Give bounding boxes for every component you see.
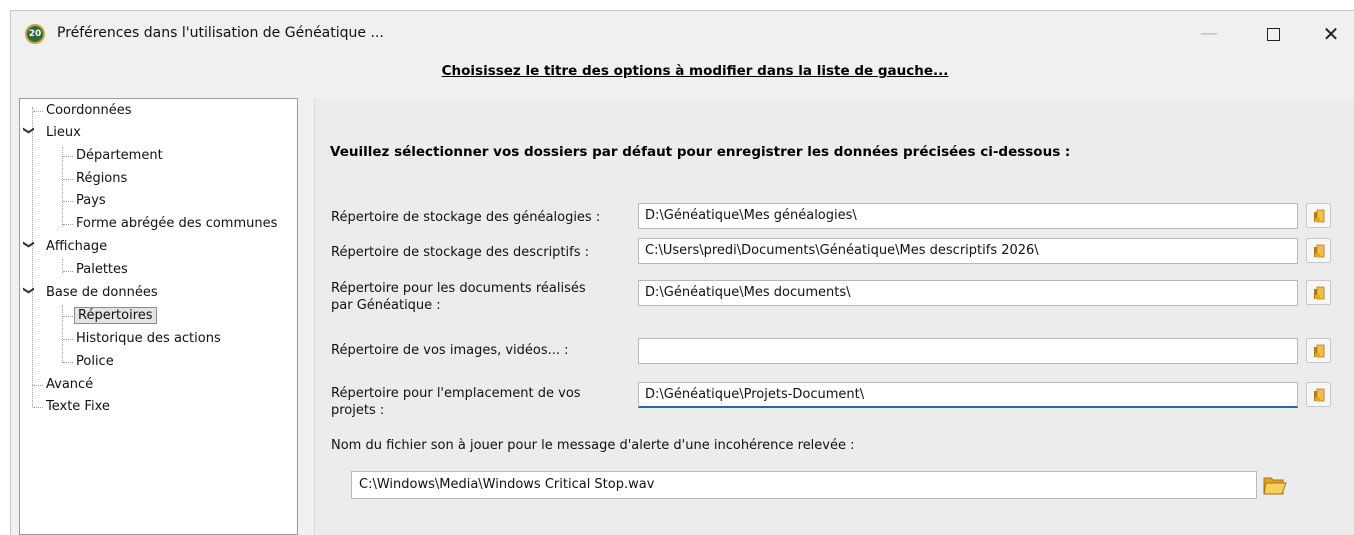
maximize-button[interactable] <box>1253 19 1293 49</box>
folder-browse-icon <box>1314 209 1325 223</box>
tree-line <box>62 305 63 363</box>
repertoires-panel: Veuillez sélectionner vos dossiers par d… <box>314 98 1354 535</box>
sound-browse-button[interactable] <box>1261 471 1287 499</box>
tree-line <box>33 385 43 386</box>
folder-browse-icon <box>1314 244 1325 258</box>
tree-line <box>63 179 73 180</box>
tree-item-pays[interactable]: Pays <box>74 191 108 211</box>
tree-line <box>63 339 73 340</box>
tree-item-departement[interactable]: Département <box>74 146 165 166</box>
descriptifs-label: Répertoire de stockage des descriptifs : <box>331 245 590 260</box>
tree-item-regions[interactable]: Régions <box>74 169 129 189</box>
genealogies-path-field[interactable]: D:\Généatique\Mes généalogies\ <box>638 203 1298 229</box>
projets-browse-button[interactable] <box>1306 382 1331 407</box>
tree-item-base-de-donnees[interactable]: Base de données <box>44 283 160 303</box>
tree-line <box>63 271 73 272</box>
tree-item-affichage[interactable]: Affichage <box>44 237 109 257</box>
tree-item-repertoires[interactable]: Répertoires <box>74 306 157 326</box>
tree-line <box>32 107 33 407</box>
close-button[interactable]: ✕ <box>1311 19 1351 49</box>
tree-item-historique[interactable]: Historique des actions <box>74 329 223 349</box>
tree-line <box>62 147 63 227</box>
images-browse-button[interactable] <box>1306 338 1331 363</box>
tree-item-police[interactable]: Police <box>74 352 116 372</box>
maximize-icon <box>1266 28 1280 41</box>
genealogies-browse-button[interactable] <box>1306 203 1331 228</box>
window-title: Préférences dans l'utilisation de Généat… <box>57 25 384 41</box>
tree-item-palettes[interactable]: Palettes <box>74 260 130 280</box>
tree-item-forme-abregee[interactable]: Forme abrégée des communes <box>74 214 279 234</box>
title-bar: 20 Préférences dans l'utilisation de Gén… <box>11 11 1354 57</box>
chevron-down-icon[interactable]: ❯ <box>23 124 36 138</box>
images-label: Répertoire de vos images, vidéos... : <box>331 343 569 358</box>
sound-file-label: Nom du fichier son à jouer pour le messa… <box>331 438 855 453</box>
tree-item-lieux[interactable]: Lieux <box>44 123 83 143</box>
descriptifs-browse-button[interactable] <box>1306 238 1331 263</box>
open-folder-icon <box>1263 477 1287 495</box>
tree-item-coordonnees[interactable]: Coordonnées <box>44 101 134 121</box>
genealogies-label: Répertoire de stockage des généalogies : <box>331 210 601 225</box>
tree-item-avance[interactable]: Avancé <box>44 375 95 395</box>
options-tree[interactable]: Coordonnées ❯ Lieux Département Régions … <box>19 98 298 535</box>
folder-browse-icon <box>1314 388 1325 402</box>
tree-line <box>63 316 73 317</box>
app-icon: 20 <box>25 24 45 44</box>
folder-browse-icon <box>1314 286 1325 300</box>
tree-line <box>63 156 73 157</box>
instruction-subtitle: Choisissez le titre des options à modifi… <box>441 63 949 79</box>
documents-browse-button[interactable] <box>1306 280 1331 305</box>
tree-line <box>63 201 73 202</box>
projets-label: Répertoire pour l'emplacement de vos pro… <box>331 386 581 418</box>
projets-path-field[interactable]: D:\Généatique\Projets-Document\ <box>638 382 1298 408</box>
panel-heading: Veuillez sélectionner vos dossiers par d… <box>330 144 1071 160</box>
minimize-button[interactable]: — <box>1189 19 1229 49</box>
descriptifs-path-field[interactable]: C:\Users\predi\Documents\Généatique\Mes … <box>638 238 1298 264</box>
folder-browse-icon <box>1314 344 1325 358</box>
preferences-window: 20 Préférences dans l'utilisation de Gén… <box>10 10 1354 535</box>
tree-item-texte-fixe[interactable]: Texte Fixe <box>44 397 112 417</box>
sound-file-field[interactable]: C:\Windows\Media\Windows Critical Stop.w… <box>351 471 1257 499</box>
tree-line <box>33 407 43 408</box>
chevron-down-icon[interactable]: ❯ <box>23 284 36 298</box>
tree-line <box>63 224 73 225</box>
tree-line <box>33 111 43 112</box>
documents-path-field[interactable]: D:\Généatique\Mes documents\ <box>638 280 1298 306</box>
chevron-down-icon[interactable]: ❯ <box>23 238 36 252</box>
tree-line <box>63 362 73 363</box>
images-path-field[interactable] <box>638 338 1298 364</box>
documents-label: Répertoire pour les documents réalisés p… <box>331 281 586 313</box>
